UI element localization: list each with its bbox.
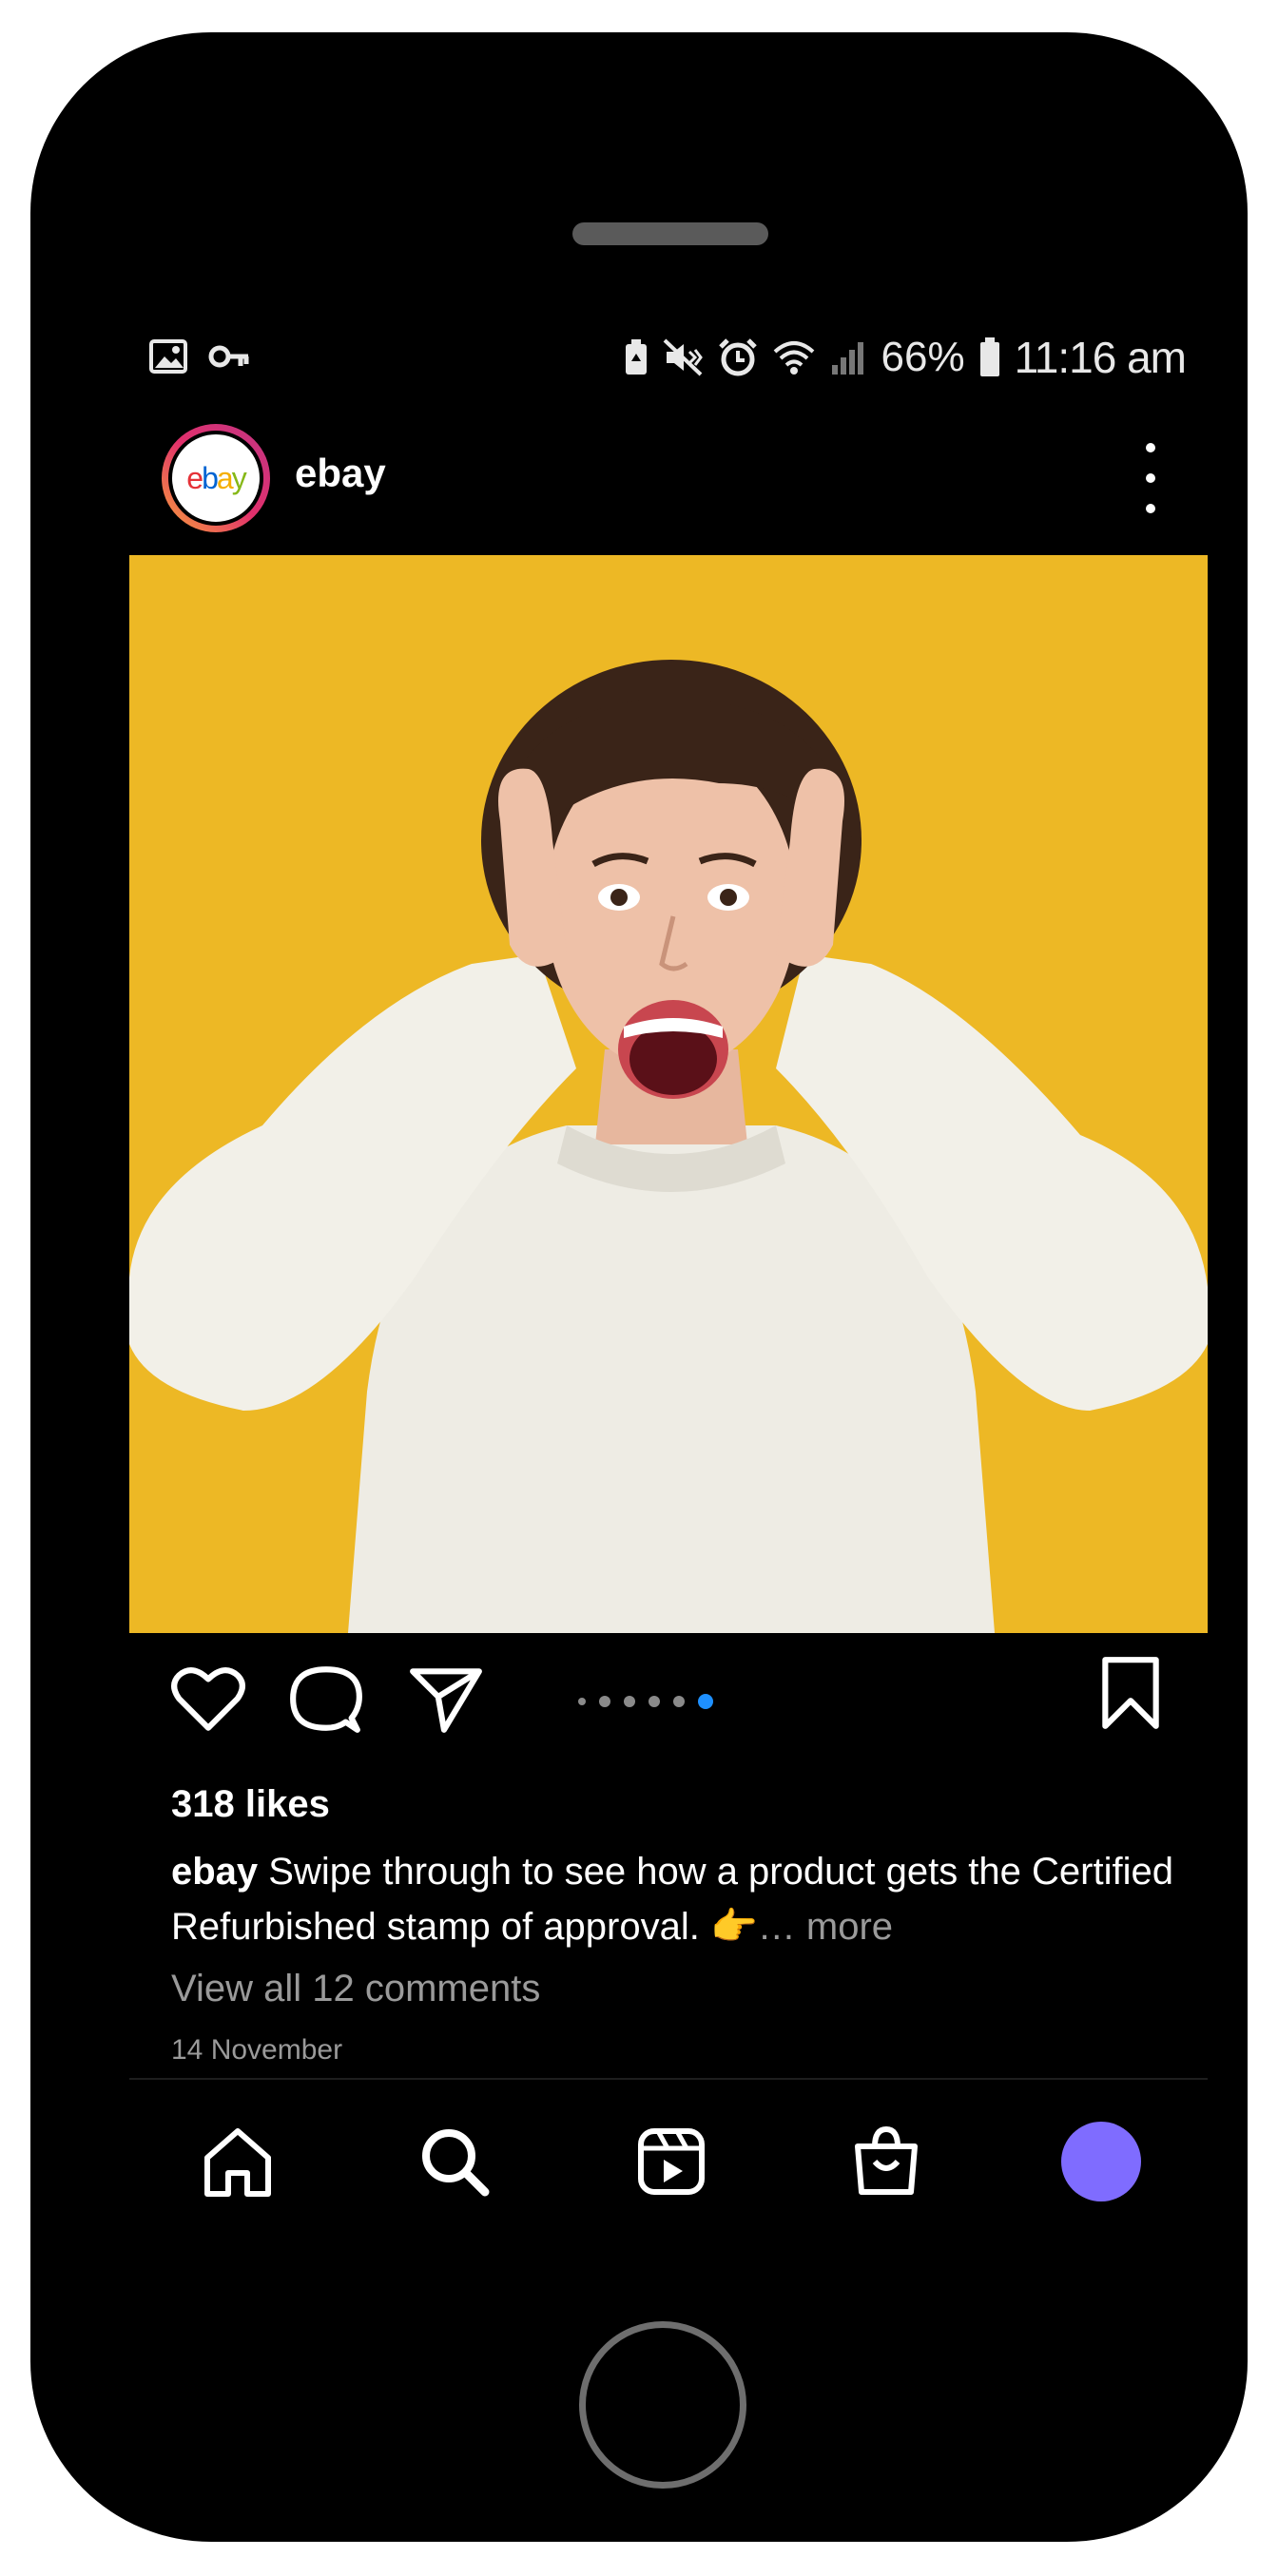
caption-username[interactable]: ebay: [171, 1851, 258, 1893]
carousel-dot: [599, 1696, 610, 1707]
logo-letter-y: y: [231, 460, 247, 495]
reels-icon[interactable]: [633, 2124, 709, 2200]
bookmark-icon[interactable]: [1092, 1654, 1170, 1732]
home-button[interactable]: [579, 2321, 746, 2489]
carousel-dot: [649, 1696, 660, 1707]
logo-letter-a: a: [216, 460, 234, 495]
surprised-woman-photo: [129, 555, 1208, 1633]
bottom-nav: [129, 2105, 1208, 2219]
likes-count[interactable]: 318 likes: [171, 1783, 330, 1826]
carousel-dot-active: [698, 1694, 713, 1709]
carousel-dot: [578, 1698, 586, 1705]
post-date: 14 November: [171, 2034, 343, 2066]
profile-avatar[interactable]: [1061, 2122, 1141, 2201]
ebay-logo: ebay: [168, 431, 263, 526]
more-options-icon[interactable]: [1132, 443, 1170, 513]
post-caption: ebay Swipe through to see how a product …: [171, 1844, 1179, 1954]
phone-speaker: [572, 222, 768, 245]
caption-more-link[interactable]: … more: [758, 1906, 893, 1948]
heart-icon[interactable]: [169, 1660, 247, 1738]
logo-letter-e: e: [186, 460, 203, 495]
battery-percent: 66%: [881, 334, 965, 380]
logo-letter-b: b: [202, 460, 219, 495]
home-icon[interactable]: [200, 2124, 276, 2200]
clock-time: 11:16 am: [1014, 333, 1187, 382]
pointing-emoji: 👉: [709, 1906, 758, 1948]
post-username[interactable]: ebay: [295, 451, 386, 496]
image-icon: [149, 339, 187, 374]
carousel-dot: [673, 1696, 685, 1707]
key-icon: [208, 345, 249, 368]
post-actions: [169, 1657, 1168, 1755]
carousel-indicator: [578, 1694, 713, 1709]
mute-icon: [663, 338, 703, 376]
battery-saver-icon: [625, 339, 647, 375]
search-icon[interactable]: [416, 2124, 493, 2200]
phone-frame: 66% 11:16 am ebay ebay 318 likes ebay Sw…: [30, 32, 1248, 2542]
status-bar: 66% 11:16 am: [149, 332, 1187, 383]
view-comments-link[interactable]: View all 12 comments: [171, 1968, 540, 2010]
wifi-icon: [773, 341, 814, 375]
share-icon[interactable]: [407, 1660, 485, 1738]
caption-text: Swipe through to see how a product gets …: [171, 1851, 1173, 1948]
alarm-icon: [718, 338, 757, 376]
carousel-dot: [624, 1696, 635, 1707]
divider: [129, 2078, 1208, 2080]
avatar[interactable]: ebay: [162, 424, 270, 532]
shop-icon[interactable]: [848, 2124, 924, 2200]
comment-icon[interactable]: [287, 1660, 365, 1738]
battery-icon: [979, 337, 999, 376]
post-image[interactable]: [129, 555, 1208, 1633]
post-header: ebay ebay: [162, 424, 1170, 534]
signal-icon: [831, 342, 863, 375]
